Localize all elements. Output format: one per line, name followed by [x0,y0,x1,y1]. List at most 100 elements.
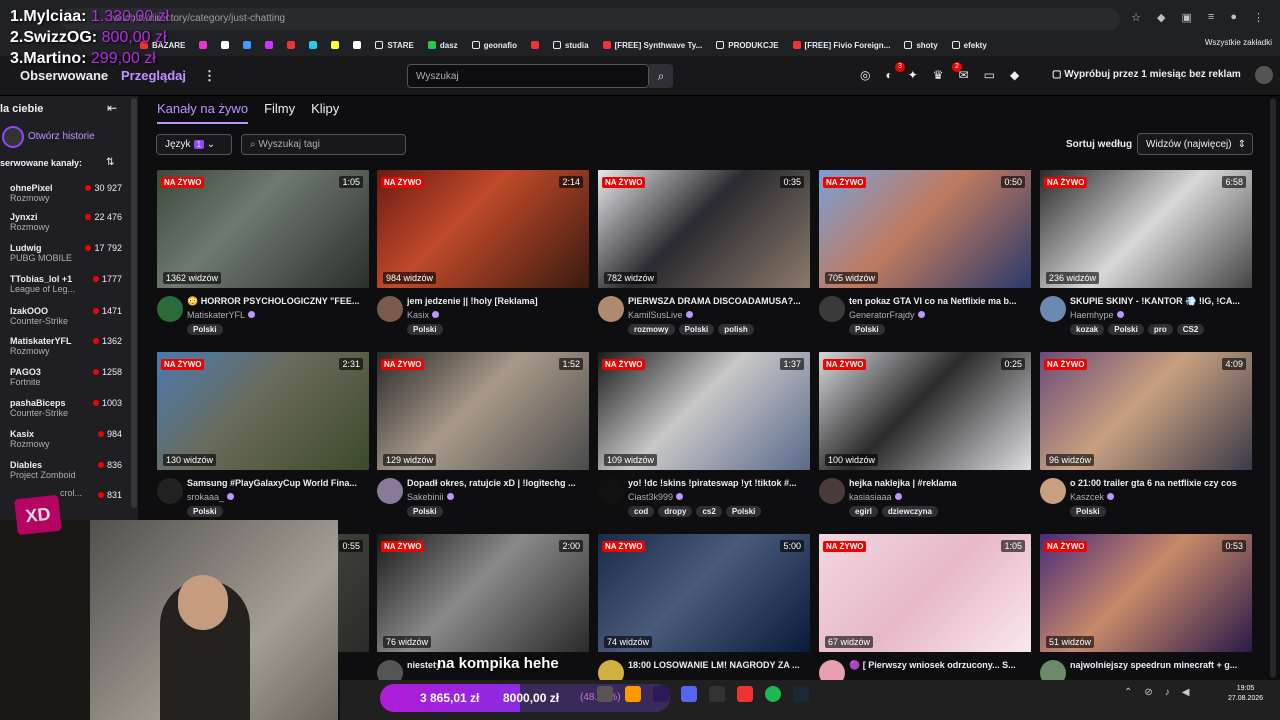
stream-thumbnail[interactable]: NA ŻYWO 1:05 1362 widzów [157,170,369,288]
stream-thumbnail[interactable]: NA ŻYWO 0:53 51 widzów [1040,534,1252,652]
sidebar-channel[interactable]: IzakOOO Counter-Strike 1471 [10,306,122,334]
stream-thumbnail[interactable]: NA ŻYWO 1:05 67 widzów [819,534,1031,652]
sidebar-channel[interactable]: Kasix Rozmowy 984 [10,429,122,457]
bookmark-folder[interactable]: shoty [904,38,938,52]
sidebar-channel[interactable]: pashaBiceps Counter-Strike 1003 [10,398,122,426]
stream-tag[interactable]: Polski [1108,324,1144,335]
steam-icon[interactable] [793,686,809,702]
explorer-icon[interactable] [597,686,613,702]
premiere-icon[interactable] [653,686,669,702]
sidebar-channel[interactable]: Jynxzi Rozmowy 22 476 [10,212,122,240]
stream-tag[interactable]: Polski [187,506,223,517]
channel-name[interactable]: Sakebinii [407,492,454,502]
sidebar-channel[interactable]: ohnePixel Rozmowy 30 927 [10,183,122,211]
stream-title[interactable]: Dopadł okres, ratujcie xD | !logitechg .… [407,478,589,488]
stream-thumbnail[interactable]: NA ŻYWO 0:50 705 widzów [819,170,1031,288]
bookmark[interactable] [531,38,540,52]
clip-icon[interactable]: ◎ [860,68,870,82]
sidebar-scrollbar[interactable] [131,98,137,508]
stream-title[interactable]: 😳 HORROR PSYCHOLOGICZNY "FEE... [187,296,369,307]
channel-name[interactable]: Haemhype [1070,310,1124,320]
bookmark-folder[interactable]: STARE [375,38,414,52]
avatar[interactable] [157,296,183,322]
channel-name[interactable]: Kasix [407,310,440,320]
mic-icon[interactable]: ♪ [1165,687,1170,698]
stream-title[interactable]: yo! !dc !skins !pirateswap !yt !tiktok #… [628,478,810,488]
stream-thumbnail[interactable]: NA ŻYWO 1:37 109 widzów [598,352,810,470]
channel-name[interactable]: srokaaa_ [187,492,235,502]
stream-tag[interactable]: rozmowy [628,324,675,335]
collapse-icon[interactable]: ⇤ [107,101,117,115]
stream-thumbnail[interactable]: NA ŻYWO 2:00 76 widzów [377,534,589,652]
avatar[interactable] [1040,478,1066,504]
open-history-link[interactable]: Otwórz historie [28,131,95,142]
tab-live-channels[interactable]: Kanały na żywo [157,101,249,124]
stream-title[interactable]: Samsung #PlayGalaxyCup World Fina... [187,478,369,488]
stream-title[interactable]: PIERWSZA DRAMA DISCOADAMUSA?... [628,296,810,306]
network-icon[interactable]: ⊘ [1144,687,1152,698]
sort-icon[interactable]: ⇅ [106,157,114,168]
stream-title[interactable]: o 21:00 trailer gta 6 na netflixie czy c… [1070,478,1252,488]
language-filter[interactable]: Język 1 ⌄ [156,134,232,155]
avatar[interactable] [598,296,624,322]
drops-icon[interactable]: ◐ [885,68,892,82]
sidebar-channel[interactable]: TTobias_lol +1 League of Leg... 1777 [10,274,122,302]
stream-tag[interactable]: Polski [678,324,715,335]
clock[interactable]: 19:05 27.08.2026 [1228,684,1263,704]
bookmark[interactable] [199,38,208,52]
channel-name[interactable]: MatiskaterYFL [187,310,256,320]
avatar[interactable] [819,296,845,322]
stream-title[interactable]: 18:00 LOSOWANIE LM! NAGRODY ZA ... [628,660,810,670]
avatar[interactable] [1040,296,1066,322]
activity-icon[interactable]: ✦ [908,68,918,82]
bookmark[interactable] [265,38,274,52]
chevron-up-icon[interactable]: ⌃ [1124,687,1132,698]
stream-tag[interactable]: Polski [725,506,762,517]
stream-thumbnail[interactable]: NA ŻYWO 1:52 129 widzów [377,352,589,470]
stream-tag[interactable]: Polski [849,324,885,335]
stream-title[interactable]: hejka naklejka | #reklama [849,478,1031,488]
stream-tag[interactable]: Polski [407,506,443,517]
tab-videos[interactable]: Filmy [264,101,295,124]
whisper-icon[interactable]: ▭ [984,68,995,82]
stream-title[interactable]: SKUPIE SKINY - !KANTOR 💨 !IG, !CA... [1070,296,1252,307]
turbo-promo-button[interactable]: ▢ Wypróbuj przez 1 miesiąc bez reklam [1052,69,1241,80]
chrome-icon[interactable] [737,686,753,702]
bookmark[interactable] [353,38,362,52]
folder-icon[interactable] [625,686,641,702]
tag-search-input[interactable]: ⌕ Wyszukaj tagi [241,134,406,155]
extension-icon[interactable]: ◆ [1157,11,1165,24]
stream-tag[interactable]: Polski [1070,506,1106,517]
nav-browse[interactable]: Przeglądaj [121,68,186,83]
bookmark[interactable] [243,38,252,52]
all-bookmarks-link[interactable]: Wszystkie zakładki [1205,38,1272,47]
star-icon[interactable]: ☆ [1131,11,1141,24]
bookmark[interactable] [221,38,230,52]
sidebar-channel[interactable]: PAGO3 Fortnite 1258 [10,367,122,395]
stream-thumbnail[interactable]: NA ŻYWO 2:31 130 widzów [157,352,369,470]
stream-tag[interactable]: pro [1147,324,1173,335]
crown-icon[interactable]: ♛ [933,68,944,82]
bookmark-folder[interactable]: geonafio [471,38,517,52]
avatar[interactable] [598,478,624,504]
stream-title[interactable]: jem jedzenie || !holy [Reklama] [407,296,589,306]
avatar[interactable] [377,478,403,504]
bookmark[interactable] [287,38,296,52]
stream-thumbnail[interactable]: NA ŻYWO 2:14 984 widzów [377,170,589,288]
stream-thumbnail[interactable]: NA ŻYWO 0:35 782 widzów [598,170,810,288]
bookmark[interactable] [309,38,318,52]
avatar[interactable] [819,478,845,504]
avatar[interactable] [157,478,183,504]
nav-following[interactable]: Obserwowane [20,68,108,83]
stream-tag[interactable]: Polski [187,324,223,335]
puzzle-icon[interactable]: ▣ [1182,11,1192,24]
bookmark[interactable]: [FREE] Synthwave Ty... [602,38,702,52]
bookmark-folder[interactable]: studia [553,38,589,52]
stream-tag[interactable]: polish [718,324,754,335]
sort-select[interactable]: Widzów (najwięcej) ⇕ [1137,133,1253,155]
channel-name[interactable]: GeneratorFrajdy [849,310,925,320]
main-scrollbar[interactable] [1270,98,1276,678]
channel-name[interactable]: Ciast3k999 [628,492,684,502]
stream-thumbnail[interactable]: NA ŻYWO 0:25 100 widzów [819,352,1031,470]
stream-title[interactable]: 🟣 [ Pierwszy wniosek odrzucony... S... [849,660,1031,671]
